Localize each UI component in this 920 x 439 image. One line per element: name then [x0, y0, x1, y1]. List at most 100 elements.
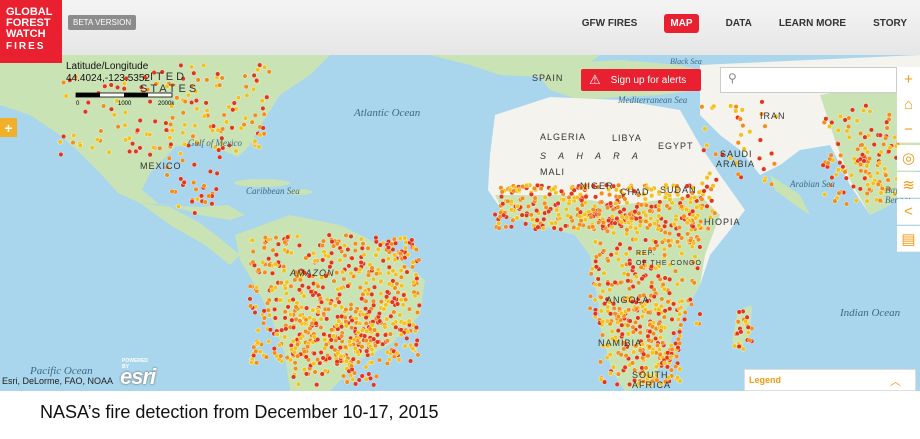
- fire-point: [366, 371, 372, 377]
- country-label: NIGER: [580, 181, 614, 191]
- sign-up-alerts-button[interactable]: ⚠ Sign up for alerts: [581, 69, 701, 91]
- fire-point: [519, 212, 525, 218]
- fire-point: [198, 193, 204, 199]
- minus-icon: −: [904, 121, 913, 138]
- fire-point: [315, 337, 321, 343]
- fire-point: [282, 285, 288, 291]
- fire-point: [106, 149, 112, 155]
- print-button[interactable]: ▤: [897, 226, 920, 252]
- fire-point: [383, 332, 389, 338]
- nav-data[interactable]: DATA: [726, 18, 752, 29]
- fire-point: [879, 185, 885, 191]
- country-label: HIOPIA: [704, 217, 741, 227]
- fire-point: [58, 151, 64, 157]
- fire-point: [261, 245, 267, 251]
- fire-point: [851, 156, 857, 162]
- location-search[interactable]: ⚲: [720, 67, 897, 93]
- fire-point: [266, 256, 272, 262]
- fire-point: [736, 344, 742, 350]
- fire-point: [264, 354, 270, 360]
- nav-gfw-fires[interactable]: GFW FIRES: [582, 18, 638, 29]
- fire-point: [605, 205, 611, 211]
- fire-point: [295, 341, 301, 347]
- fire-point: [676, 336, 682, 342]
- fire-point: [363, 306, 369, 312]
- home-button[interactable]: ⌂: [897, 92, 920, 118]
- legend-panel[interactable]: Legend ︿: [744, 369, 916, 391]
- chevron-up-icon[interactable]: ︿: [890, 373, 901, 389]
- fire-point: [294, 233, 300, 239]
- locate-button[interactable]: ◎: [897, 145, 920, 171]
- fire-point: [626, 286, 632, 292]
- fire-point: [410, 264, 416, 270]
- fire-point: [652, 221, 658, 227]
- fire-point: [324, 296, 330, 302]
- fire-point: [838, 113, 844, 119]
- fire-point: [298, 335, 304, 341]
- fire-point: [356, 359, 362, 365]
- fire-point: [575, 206, 581, 212]
- fire-point: [711, 103, 717, 109]
- fire-point: [600, 332, 606, 338]
- fire-point: [98, 128, 104, 134]
- fire-point: [135, 127, 141, 133]
- zoom-out-button[interactable]: −: [897, 117, 920, 143]
- fire-point: [615, 328, 621, 334]
- fire-point: [637, 223, 643, 229]
- fire-point: [593, 194, 599, 200]
- fire-point: [858, 168, 864, 174]
- fire-point: [605, 318, 611, 324]
- fire-point: [523, 221, 529, 227]
- gfw-fires-logo[interactable]: GLOBAL FOREST WATCH FIRES: [0, 0, 62, 63]
- fire-point: [659, 296, 665, 302]
- fire-point: [213, 186, 219, 192]
- search-input[interactable]: [743, 70, 892, 90]
- nav-learn-more[interactable]: LEARN MORE: [779, 18, 846, 29]
- zoom-in-button[interactable]: +: [897, 67, 920, 93]
- fire-point: [655, 342, 661, 348]
- fire-point: [668, 367, 674, 373]
- fire-point: [353, 309, 359, 315]
- fire-point: [414, 325, 420, 331]
- fire-point: [692, 194, 698, 200]
- fire-point: [242, 73, 248, 79]
- fire-point: [150, 144, 156, 150]
- fire-point: [685, 231, 691, 237]
- esri-powered-label: POWERED BY: [122, 358, 148, 370]
- latlon-title: Latitude/Longitude: [66, 61, 149, 72]
- fire-point: [877, 160, 883, 166]
- share-button[interactable]: <: [897, 199, 920, 225]
- fire-point: [345, 283, 351, 289]
- fire-point: [360, 241, 366, 247]
- fire-point: [687, 296, 693, 302]
- fire-point: [311, 361, 317, 367]
- fire-point: [174, 95, 180, 101]
- nav-map[interactable]: MAP: [664, 14, 699, 33]
- fire-point: [615, 371, 621, 377]
- fire-point: [528, 191, 534, 197]
- fire-point: [590, 224, 596, 230]
- fire-point: [375, 339, 381, 345]
- layers-button[interactable]: ≋: [897, 172, 920, 198]
- nav-story[interactable]: STORY: [873, 18, 907, 29]
- fire-point: [337, 291, 343, 297]
- esri-logo[interactable]: POWERED BY esri: [120, 358, 156, 390]
- fire-point: [386, 264, 392, 270]
- scale-bar: 0 1000 2000km: [75, 92, 174, 106]
- fire-point: [605, 258, 611, 264]
- fire-point: [328, 337, 334, 343]
- fire-point: [863, 169, 869, 175]
- fire-point: [262, 269, 268, 275]
- share-icon: <: [904, 203, 913, 220]
- fire-point: [273, 252, 279, 258]
- fire-point: [327, 355, 333, 361]
- fire-point: [671, 221, 677, 227]
- fire-point: [127, 148, 133, 154]
- fire-point: [365, 245, 371, 251]
- expand-panel-button[interactable]: +: [0, 118, 17, 137]
- fire-point: [340, 269, 346, 275]
- fire-point: [637, 347, 643, 353]
- fire-point: [377, 318, 383, 324]
- fire-point: [633, 274, 639, 280]
- fire-point: [878, 190, 884, 196]
